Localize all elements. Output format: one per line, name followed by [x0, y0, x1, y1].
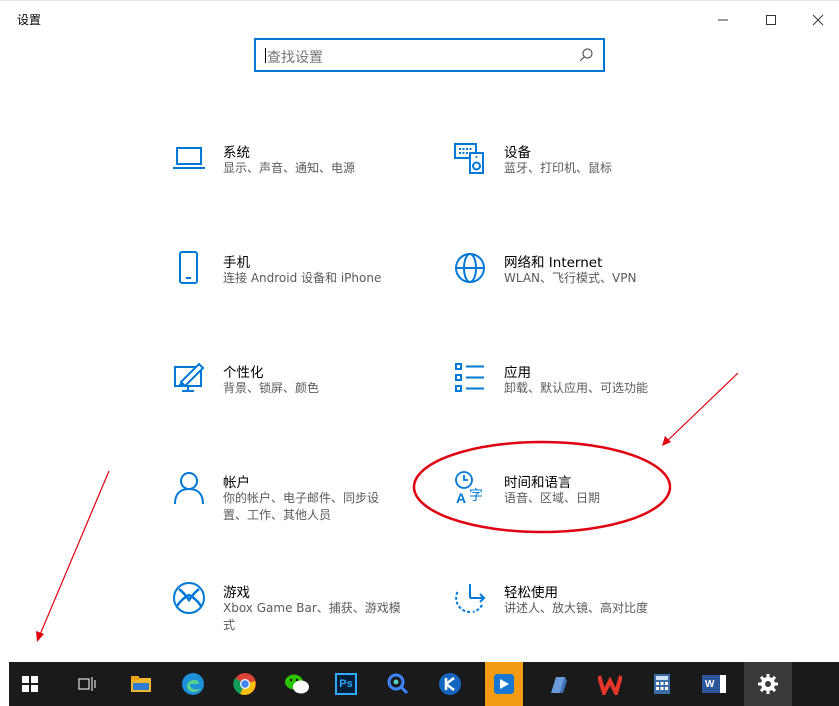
search-placeholder: 查找设置: [267, 50, 323, 66]
app-list-icon: [453, 361, 487, 395]
tile-time-language[interactable]: A字 时间和语言 语音、区域、日期: [453, 471, 713, 541]
tile-description: 显示、声音、通知、电源: [223, 161, 356, 175]
tile-description: Xbox Game Bar、捕获、游戏模式: [223, 601, 401, 632]
edge-icon: [182, 673, 204, 695]
taskbar-search-app[interactable]: [379, 662, 417, 706]
text-caret: [265, 48, 266, 63]
tile-name: 个性化: [223, 365, 264, 381]
photoshop-icon: Ps: [335, 673, 357, 695]
arrow-to-start: [36, 470, 110, 642]
settings-gear-icon: [758, 674, 778, 694]
close-icon: [812, 14, 824, 26]
wechat-icon: [285, 674, 309, 694]
tile-name: 网络和 Internet: [504, 255, 603, 271]
taskbar-pen-app[interactable]: [539, 662, 577, 706]
tile-name: 时间和语言: [504, 475, 572, 491]
tile-accounts[interactable]: 帐户 你的帐户、电子邮件、同步设置、工作、其他人员: [172, 471, 432, 541]
taskbar: Ps W: [9, 662, 839, 706]
minimize-icon: [718, 19, 728, 21]
tile-description: 蓝牙、打印机、鼠标: [504, 161, 613, 175]
tile-name: 设备: [504, 145, 531, 161]
minimize-button[interactable]: [700, 5, 746, 35]
calculator-icon: [654, 674, 670, 694]
person-icon: [172, 471, 206, 505]
taskbar-blue-app[interactable]: [485, 662, 523, 706]
tile-system[interactable]: 系统 显示、声音、通知、电源: [172, 141, 432, 211]
tile-gaming[interactable]: 游戏 Xbox Game Bar、捕获、游戏模式: [172, 581, 432, 651]
taskbar-file-explorer[interactable]: [122, 662, 160, 706]
keyboard-speaker-icon: [453, 141, 487, 175]
tile-description: 连接 Android 设备和 iPhone: [223, 271, 382, 285]
tile-name: 系统: [223, 145, 250, 161]
blue-app-icon: [494, 674, 514, 694]
taskbar-photoshop[interactable]: Ps: [327, 662, 365, 706]
taskbar-edge[interactable]: [174, 662, 212, 706]
file-explorer-icon: [131, 676, 151, 692]
title-bar: 设置: [0, 0, 839, 40]
xbox-icon: [172, 581, 206, 615]
chrome-icon: [233, 673, 256, 695]
taskbar-wechat[interactable]: [278, 662, 316, 706]
time-language-icon: A字: [453, 471, 487, 505]
photoshop-label: Ps: [339, 678, 353, 690]
windows-start-icon: [22, 676, 38, 692]
task-view-icon: [78, 677, 96, 691]
laptop-icon: [172, 141, 206, 175]
paint-monitor-icon: [172, 361, 206, 395]
tile-description: WLAN、飞行模式、VPN: [504, 271, 637, 285]
phone-icon: [172, 251, 206, 285]
search-input[interactable]: 查找设置: [254, 38, 605, 72]
taskbar-wps[interactable]: [591, 662, 629, 706]
start-button[interactable]: [11, 662, 49, 706]
tile-name: 手机: [223, 255, 250, 271]
ease-of-access-icon: [453, 581, 487, 615]
task-view-button[interactable]: [68, 662, 106, 706]
tile-phone[interactable]: 手机 连接 Android 设备和 iPhone: [172, 251, 432, 321]
close-button[interactable]: [795, 5, 839, 35]
globe-icon: [453, 251, 487, 285]
svg-text:字: 字: [469, 488, 483, 504]
search-icon: [579, 48, 593, 62]
taskbar-kingsoft[interactable]: [431, 662, 469, 706]
tile-description: 卸载、默认应用、可选功能: [504, 381, 649, 395]
taskbar-chrome[interactable]: [226, 662, 264, 706]
svg-text:A: A: [456, 490, 466, 505]
tile-devices[interactable]: 设备 蓝牙、打印机、鼠标: [453, 141, 713, 211]
tile-network[interactable]: 网络和 Internet WLAN、飞行模式、VPN: [453, 251, 713, 321]
tile-description: 背景、锁屏、颜色: [223, 381, 320, 395]
tile-name: 应用: [504, 365, 531, 381]
tile-ease-of-access[interactable]: 轻松使用 讲述人、放大镜、高对比度: [453, 581, 713, 651]
taskbar-word[interactable]: W: [695, 662, 733, 706]
pen-app-icon: [551, 677, 567, 693]
word-label: W: [705, 678, 715, 690]
taskbar-settings[interactable]: [744, 662, 792, 706]
search-app-icon: [387, 673, 409, 695]
tile-name: 帐户: [223, 475, 250, 491]
wps-icon: [598, 675, 622, 695]
kingsoft-icon: [439, 673, 461, 695]
tile-description: 语音、区域、日期: [504, 491, 601, 505]
tile-personalization[interactable]: 个性化 背景、锁屏、颜色: [172, 361, 432, 431]
maximize-button[interactable]: [748, 5, 794, 35]
window-title: 设置: [17, 13, 42, 27]
tile-name: 游戏: [223, 585, 250, 601]
word-icon: W: [702, 675, 726, 693]
tile-description: 你的帐户、电子邮件、同步设置、工作、其他人员: [223, 491, 380, 522]
taskbar-calculator[interactable]: [643, 662, 681, 706]
tile-name: 轻松使用: [504, 585, 558, 601]
tile-description: 讲述人、放大镜、高对比度: [504, 601, 649, 615]
tile-apps[interactable]: 应用 卸载、默认应用、可选功能: [453, 361, 713, 431]
maximize-icon: [766, 15, 776, 25]
